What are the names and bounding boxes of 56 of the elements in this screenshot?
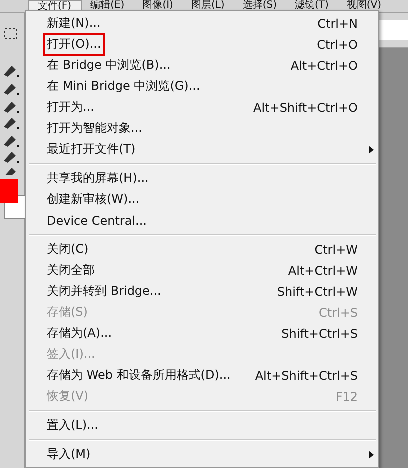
shortcut-label: Alt+Ctrl+W bbox=[288, 264, 358, 278]
shortcut-label: F12 bbox=[336, 390, 358, 404]
menu-item-label: 关闭并转到 Bridge... bbox=[46, 283, 162, 300]
menu-item-label: 恢复(V) bbox=[46, 388, 90, 405]
menu-item-label: 新建(N)... bbox=[46, 15, 102, 32]
menu-item-label: 创建新审核(W)... bbox=[46, 191, 141, 208]
menu-bar-item[interactable]: 视图(V) bbox=[338, 0, 391, 12]
shortcut-label: Alt+Ctrl+O bbox=[290, 58, 358, 72]
menu-bar-item[interactable]: 图层(L) bbox=[182, 0, 234, 12]
menu-item[interactable]: 存储为 Web 和设备所用格式(D)... Alt+Shift+Ctrl+S bbox=[26, 365, 378, 386]
menu-item[interactable]: 置入(L)... bbox=[26, 415, 378, 436]
menu-item[interactable]: 关闭(C) Ctrl+W bbox=[26, 239, 378, 260]
menu-bar-item[interactable]: 图像(I) bbox=[134, 0, 182, 12]
menu-item-label: 签入(I)... bbox=[46, 346, 96, 363]
menu-item[interactable]: 在 Bridge 中浏览(B)... Alt+Ctrl+O bbox=[26, 55, 378, 76]
menu-item-label: 存储为(A)... bbox=[46, 325, 114, 342]
menu-item[interactable]: 存储为(A)... Shift+Ctrl+S bbox=[26, 323, 378, 344]
menu-item-label: 打开(O)... bbox=[43, 33, 106, 56]
menu-item-label: 关闭(C) bbox=[46, 241, 90, 258]
menu-item[interactable]: Device Central... bbox=[26, 210, 378, 231]
shortcut-label: Ctrl+W bbox=[314, 242, 358, 256]
shortcut-label: Ctrl+S bbox=[318, 306, 358, 320]
menu-item-label: 共享我的屏幕(H)... bbox=[46, 170, 150, 187]
shortcut-label: Alt+Shift+Ctrl+O bbox=[254, 100, 358, 114]
menu-item[interactable]: 打开为智能对象... bbox=[26, 118, 378, 139]
foreground-color-swatch[interactable] bbox=[0, 179, 18, 203]
shortcut-label: Ctrl+O bbox=[317, 38, 358, 52]
menu-item[interactable]: 创建新审核(W)... bbox=[26, 189, 378, 210]
menu-item-label: 存储(S) bbox=[46, 304, 89, 321]
options-field[interactable] bbox=[378, 20, 408, 40]
shortcut-label: Ctrl+N bbox=[318, 16, 358, 30]
menu-item[interactable]: 关闭并转到 Bridge... Shift+Ctrl+W bbox=[26, 281, 378, 302]
menu-item[interactable]: 新建(N)... Ctrl+N bbox=[26, 13, 378, 34]
menu-item-label: 置入(L)... bbox=[46, 417, 100, 434]
menu-item-label: 在 Mini Bridge 中浏览(G)... bbox=[46, 78, 202, 95]
menu-item-label: 在 Bridge 中浏览(B)... bbox=[46, 57, 172, 74]
shortcut-label: Shift+Ctrl+S bbox=[282, 326, 358, 340]
menu-item-label: 关闭全部 bbox=[46, 262, 96, 279]
shortcut-label: Alt+Shift+Ctrl+S bbox=[255, 368, 358, 382]
menu-bar-item[interactable]: 滤镜(T) bbox=[286, 0, 338, 12]
menu-item[interactable]: 关闭全部 Alt+Ctrl+W bbox=[26, 260, 378, 281]
menu-item-label: 打开为... bbox=[46, 99, 96, 116]
menu-item-label: 打开为智能对象... bbox=[46, 120, 144, 137]
menu-item[interactable]: 导入(M) bbox=[26, 444, 378, 465]
menu-item[interactable]: 打开为... Alt+Shift+Ctrl+O bbox=[26, 97, 378, 118]
menu-item[interactable]: 在 Mini Bridge 中浏览(G)... bbox=[26, 76, 378, 97]
menu-item-label: Device Central... bbox=[46, 212, 148, 230]
menu-item[interactable]: 最近打开文件(T) bbox=[26, 139, 378, 160]
menu-item[interactable]: 打开(O)... Ctrl+O bbox=[26, 34, 378, 55]
shortcut-label: Shift+Ctrl+W bbox=[277, 284, 358, 298]
menu-item-label: 导入(M) bbox=[46, 446, 92, 463]
menu-bar-item[interactable]: 选择(S) bbox=[234, 0, 286, 12]
menu-item-label: 存储为 Web 和设备所用格式(D)... bbox=[46, 367, 232, 384]
menu-item-label: 最近打开文件(T) bbox=[46, 141, 137, 158]
menu-item[interactable]: 共享我的屏幕(H)... bbox=[26, 168, 378, 189]
menu-bar-item[interactable]: 编辑(E) bbox=[82, 0, 134, 12]
